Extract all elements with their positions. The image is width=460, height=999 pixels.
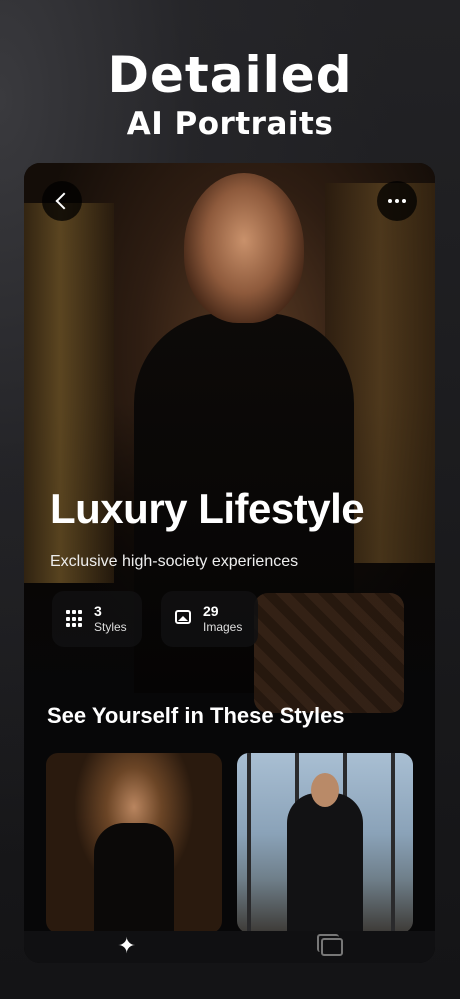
tab-create[interactable]: ✦: [107, 931, 147, 963]
portrait-woman-boutique: [94, 823, 174, 933]
grid-icon: [66, 610, 84, 628]
headline-line-2: AI Portraits: [126, 106, 334, 142]
promo-screen: Detailed AI Portraits Luxury Lifestyle E…: [0, 0, 460, 999]
back-button[interactable]: [42, 181, 82, 221]
gallery-icon: [317, 934, 344, 956]
app-screen: Luxury Lifestyle Exclusive high-society …: [24, 163, 435, 963]
headline-line-1: Detailed: [107, 46, 353, 104]
image-icon: [175, 610, 191, 624]
portrait-head: [311, 773, 339, 807]
images-count-badge: 29 Images: [161, 591, 258, 647]
styles-label: Styles: [94, 620, 127, 634]
more-options-button[interactable]: [377, 181, 417, 221]
more-horizontal-icon: [388, 199, 406, 203]
promo-headline: Detailed AI Portraits: [0, 46, 460, 144]
style-title: Luxury Lifestyle: [50, 485, 365, 532]
model-portrait: [184, 173, 304, 323]
images-count: 29: [203, 603, 219, 619]
portrait-man-skyline: [287, 793, 363, 933]
style-card-boutique[interactable]: [46, 753, 222, 933]
tab-bar: ✦: [24, 931, 435, 963]
sparkles-icon: ✦: [117, 934, 136, 959]
chevron-left-icon: [55, 192, 73, 210]
styles-count: 3: [94, 603, 102, 619]
styles-count-badge: 3 Styles: [52, 591, 142, 647]
style-card-skyline[interactable]: [237, 753, 413, 933]
images-label: Images: [203, 620, 243, 634]
tab-gallery[interactable]: [312, 931, 352, 963]
section-title: See Yourself in These Styles: [47, 703, 345, 728]
handbag: [254, 593, 404, 713]
style-subtitle: Exclusive high-society experiences: [50, 553, 299, 570]
